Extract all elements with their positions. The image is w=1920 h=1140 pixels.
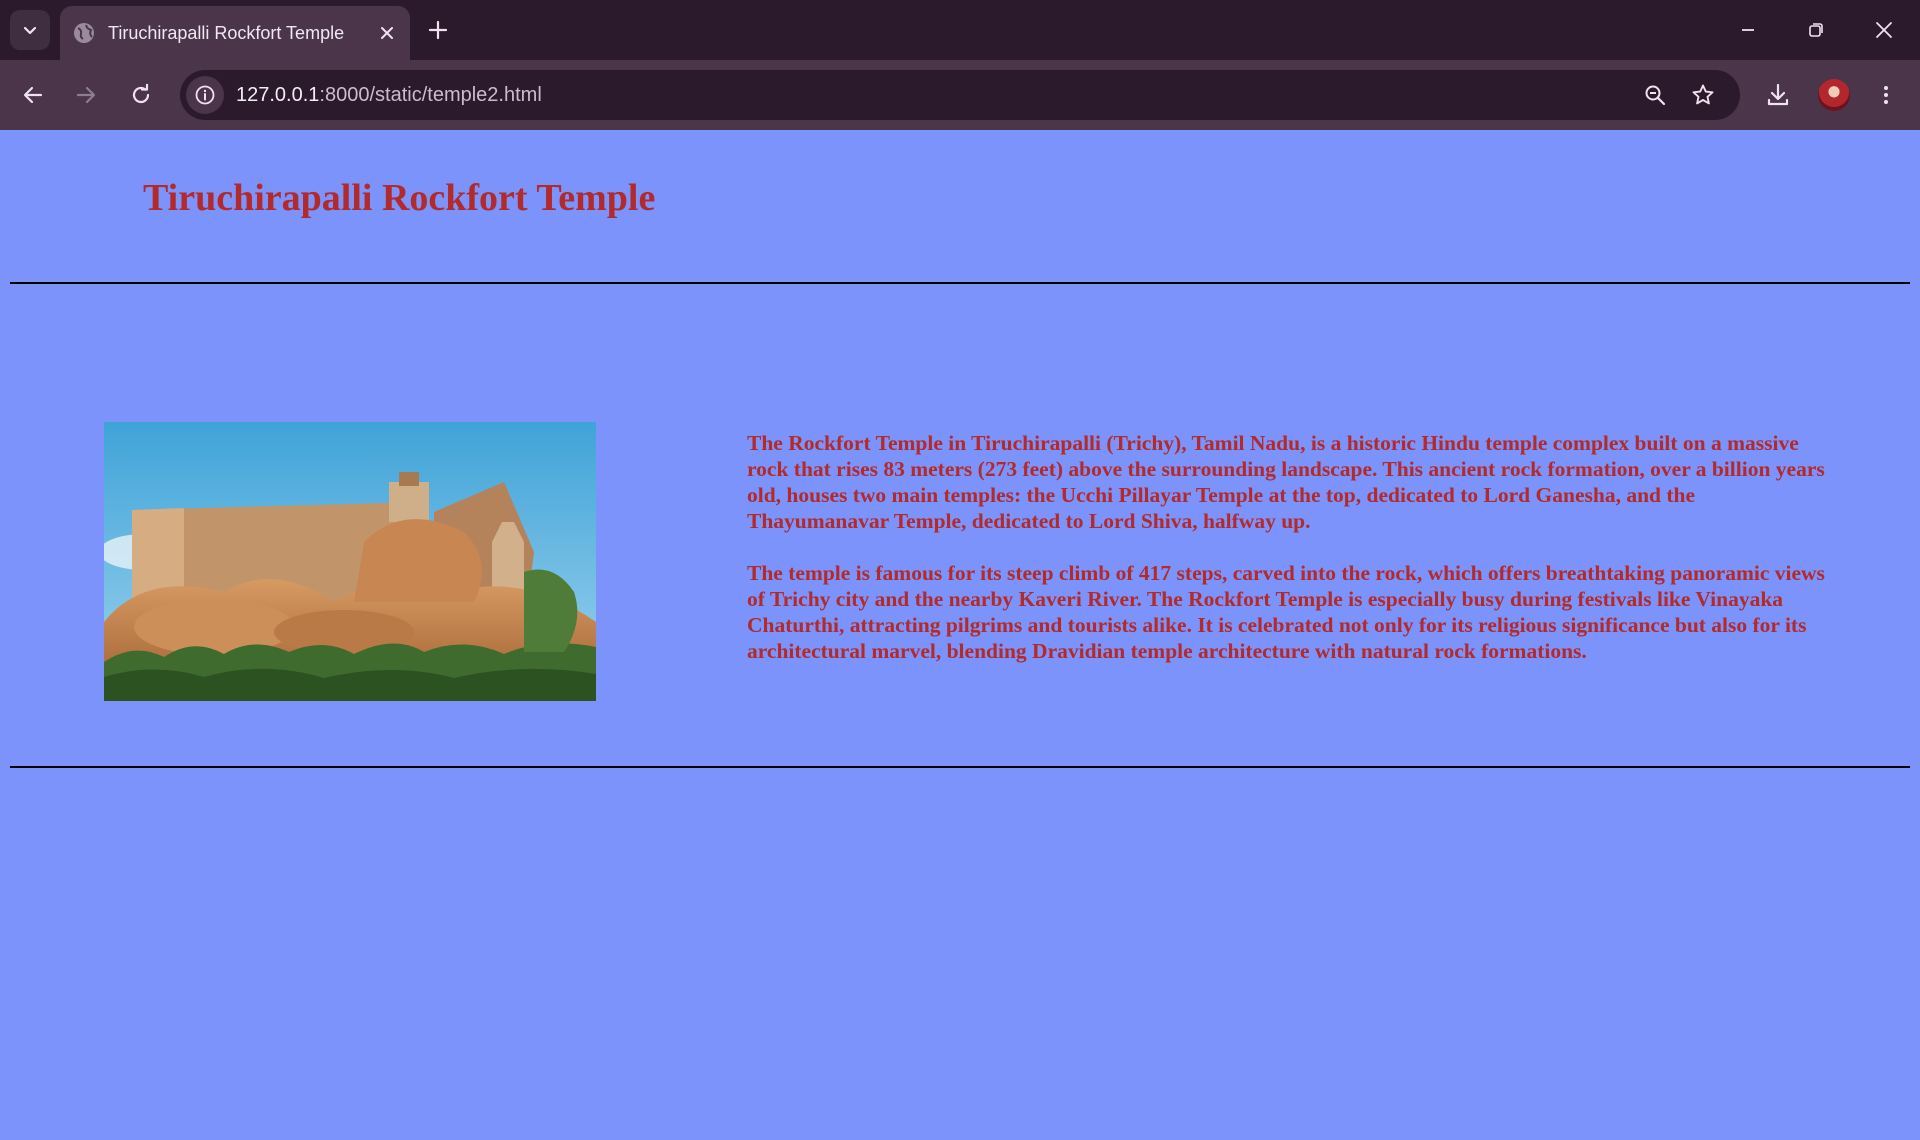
globe-icon xyxy=(74,23,94,43)
back-button[interactable] xyxy=(15,77,51,113)
bookmark-button[interactable] xyxy=(1688,80,1718,110)
arrow-right-icon xyxy=(76,86,96,104)
temple-description: The Rockfort Temple in Tiruchirapalli (T… xyxy=(747,430,1832,690)
tab-search-button[interactable] xyxy=(10,10,50,50)
reload-button[interactable] xyxy=(123,77,159,113)
restore-button[interactable] xyxy=(1800,14,1832,46)
description-paragraph: The Rockfort Temple in Tiruchirapalli (T… xyxy=(747,431,1825,533)
reload-icon xyxy=(132,83,150,104)
download-icon xyxy=(1767,83,1789,106)
profile-avatar[interactable] xyxy=(1818,79,1850,111)
minimize-button[interactable] xyxy=(1732,14,1764,46)
kebab-icon xyxy=(1884,86,1888,104)
top-divider xyxy=(10,282,1910,284)
browser-toolbar: 127.0.0.1:8000/static/temple2.html xyxy=(0,60,1920,130)
url-host: 127.0.0.1 xyxy=(236,84,320,106)
url-path: :8000/static/temple2.html xyxy=(319,84,542,106)
plus-icon[interactable] xyxy=(424,16,452,44)
downloads-button[interactable] xyxy=(1760,77,1796,113)
restore-icon xyxy=(1809,23,1823,37)
close-icon[interactable] xyxy=(376,22,398,44)
tab-strip: Tiruchirapalli Rockfort Temple xyxy=(0,0,1920,60)
window-close-button[interactable] xyxy=(1868,14,1900,46)
temple-photo xyxy=(104,422,596,701)
zoom-icon xyxy=(1645,85,1666,106)
chevron-down-icon xyxy=(23,26,37,35)
address-bar[interactable]: 127.0.0.1:8000/static/temple2.html xyxy=(180,70,1740,120)
minimize-icon xyxy=(1742,29,1754,31)
star-icon xyxy=(1692,84,1714,105)
page-title: Tiruchirapalli Rockfort Temple xyxy=(143,177,656,219)
info-icon xyxy=(195,85,215,105)
menu-button[interactable] xyxy=(1868,77,1904,113)
bottom-divider xyxy=(10,766,1910,768)
page-content: Tiruchirapalli Rockfort Temple The Rockf… xyxy=(0,130,1920,1140)
url-text[interactable]: 127.0.0.1:8000/static/temple2.html xyxy=(236,83,542,107)
close-icon xyxy=(1876,22,1892,38)
site-info-button[interactable] xyxy=(186,76,224,114)
active-tab[interactable]: Tiruchirapalli Rockfort Temple xyxy=(60,6,410,60)
forward-button[interactable] xyxy=(68,77,104,113)
description-paragraph: The temple is famous for its steep climb… xyxy=(747,561,1825,663)
arrow-left-icon xyxy=(23,86,43,104)
tab-title: Tiruchirapalli Rockfort Temple xyxy=(108,23,345,43)
zoom-button[interactable] xyxy=(1640,80,1670,110)
